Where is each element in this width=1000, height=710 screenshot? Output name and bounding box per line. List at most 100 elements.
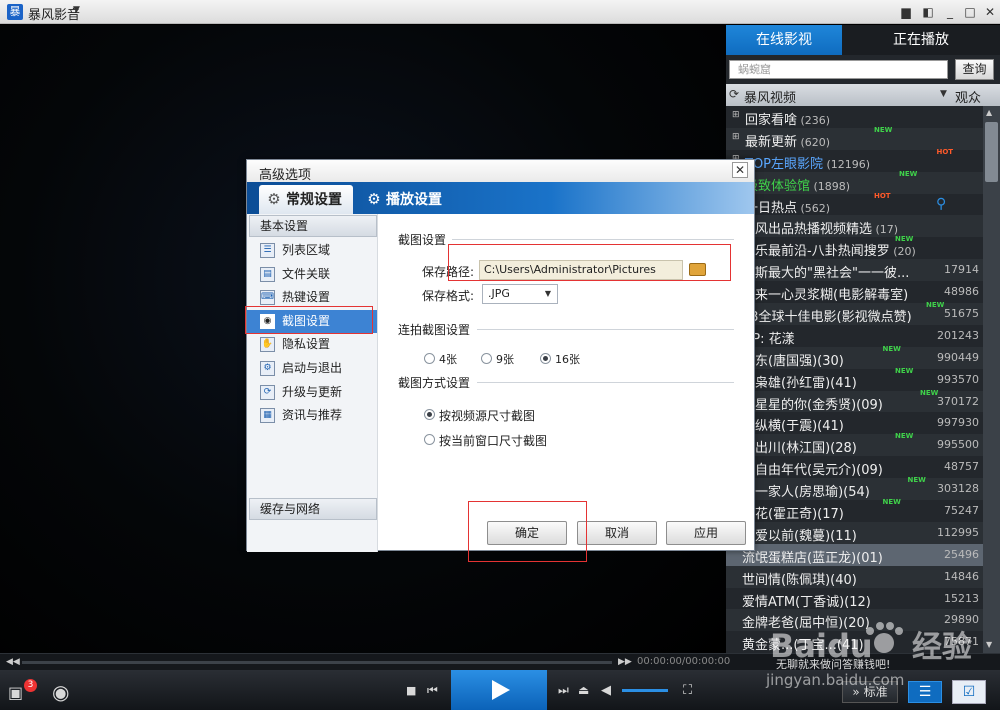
previous-icon[interactable]: ⏮ [427,683,438,698]
search-icon[interactable]: ⚲ [936,196,946,212]
sidebar-item-5[interactable]: ✋ 隐私设置 [247,333,377,356]
minimize-button[interactable]: _ [941,3,959,21]
list-item-count: 14846 [944,569,979,583]
list-item[interactable]: ⊞ 回家看啥 (236) [726,106,983,128]
burst-radio[interactable] [540,353,551,364]
hot-badge: HOT [936,147,954,156]
message-icon[interactable]: ▆ [897,3,915,21]
app-logo-icon[interactable]: 暴 [7,4,23,20]
radio-source-size-label[interactable]: 按视频源尺寸截图 [439,407,535,424]
gear-icon: ⚙ [267,190,281,208]
tab-playback-settings[interactable]: ⚙ 播放设置 [359,185,451,214]
tab-now-playing[interactable]: 正在播放 [842,25,1000,55]
sidebar-item-2[interactable]: ▤ 文件关联 [247,263,377,286]
radio-source-size[interactable] [424,409,435,420]
list-item[interactable]: 娱乐最前沿-八卦热闻搜罗 (20) NEW [726,235,983,259]
eject-icon[interactable]: ⏏ [578,683,589,697]
list-item[interactable]: ⊞ 最新更新 (620) NEW [726,125,983,150]
list-item[interactable]: 112995 到爱以前(魏蔓)(11) [726,521,983,544]
seek-track[interactable] [22,661,612,664]
search-button[interactable]: 查询 [955,59,994,80]
new-badge: NEW [899,169,918,178]
burst-radio-label[interactable]: 4张 [439,351,457,367]
search-input[interactable]: 蜗蜿窟 [729,60,948,79]
stop-icon[interactable]: ■ [406,684,416,697]
radio-window-size[interactable] [424,434,435,445]
list-item[interactable]: 75247 恋花(霍正奇)(17) NEW [726,498,983,522]
burst-radio-label[interactable]: 16张 [555,351,580,367]
list-item-name: 箭纵横(于震)(41) [742,419,844,435]
play-button[interactable] [451,670,547,710]
list-item-label: 最新更新 [745,134,798,150]
source-dropdown-icon[interactable]: ▼ [940,89,947,99]
seek-back-icon[interactable]: ◀◀ [6,657,20,667]
list-item[interactable]: ⊞极致体验馆 (1898)NEW [726,169,983,194]
seek-forward-icon[interactable]: ▶▶ [618,657,632,667]
app-menu-chevron-icon[interactable]: ▼ [73,5,80,15]
list-item[interactable]: 997930 箭纵横(于震)(41) [726,412,983,434]
list-item[interactable]: ⊞TOP左眼影院 (12196)HOT [726,147,983,172]
fullscreen-icon[interactable]: ⛶ [683,683,692,698]
sidebar-item-8[interactable]: ▦ 资讯与推荐 [247,404,377,427]
refresh-icon[interactable]: ⟳ [729,87,739,101]
volume-icon[interactable]: ◀ [601,683,611,698]
list-item-name: TOP左眼影院 (12196) [745,153,870,172]
list-item[interactable]: 51675 13全球十佳电影(影视微点赞) NEW [726,301,983,325]
next-icon[interactable]: ⏭ [558,683,569,698]
sidebar-group-cache-network[interactable]: 缓存与网络 [249,498,377,520]
tab-online-video[interactable]: 在线影视 [726,25,842,55]
advanced-options-dialog: 高级选项 ✕ ⚙ 常规设置 ⚙ 播放设置 基本设置 ☰ 列表区域 ▤ 文件关联 ⌨ 热键设置 ◉… [246,159,755,552]
burst-radio[interactable] [424,353,435,364]
list-item[interactable]: 48986 风来一心灵浆糊(电影解毒室) [726,281,983,303]
scroll-thumb[interactable] [985,122,998,182]
list-item[interactable]: 995500 士出川(林江国)(28) NEW [726,432,983,457]
toolbox-icon[interactable]: ▣ [8,683,23,702]
jingyan-url: jingyan.baidu.com [765,671,904,689]
list-item[interactable]: 993570 代枭雄(孙红雷)(41) NEW [726,367,983,391]
burst-radio[interactable] [481,353,492,364]
dialog-close-button[interactable]: ✕ [732,162,748,178]
list-item[interactable]: 990449 泽东(唐国强)(30) NEW [726,345,983,369]
sidebar-item-label: 升级与更新 [282,384,343,399]
new-badge: NEW [895,235,914,244]
list-item[interactable]: 370172 自星星的你(金秀贤)(09) NEW [726,389,983,413]
volume-slider[interactable] [622,689,668,692]
list-item-count: (1898) [810,179,851,193]
sidebar-item-1[interactable]: ☰ 列表区域 [247,239,377,262]
cancel-button[interactable]: 取消 [577,521,657,545]
list-item-name: 到爱以前(魏蔓)(11) [742,528,857,544]
list-item[interactable]: 17914 罗斯最大的"黑社会"一一彼... [726,259,983,281]
close-button[interactable]: ✕ [981,3,999,21]
expand-icon[interactable]: ⊞ [732,132,740,142]
list-item-name: 士出川(林江国)(28) [742,441,857,457]
list-item[interactable]: 暴风出品热播视频精选 (17) [726,215,983,237]
screenshot-section-title: 截图设置 [398,233,447,247]
view-mode-label[interactable]: 观众 [955,87,981,106]
sidebar-item-6[interactable]: ⚙ 启动与退出 [247,357,377,380]
tab-general-settings[interactable]: ⚙ 常规设置 [259,185,353,214]
list-item-name: 最新更新 (620) [745,131,830,150]
sidebar-item-icon: ▦ [260,408,275,424]
sidebar-group-basic[interactable]: 基本设置 [249,215,377,237]
maximize-button[interactable]: □ [961,3,979,21]
eye-icon[interactable]: ◉ [52,680,69,704]
list-item[interactable]: 25496 流氓蛋糕店(蓝正龙)(01) [726,543,983,566]
radio-window-size-label[interactable]: 按当前窗口尺寸截图 [439,432,547,449]
divider [452,239,734,240]
new-badge: NEW [874,125,893,134]
apply-button[interactable]: 应用 [666,521,746,545]
scroll-up-icon[interactable]: ▲ [986,108,992,117]
list-item[interactable]: 14846 世间情(陈佩琪)(40) [726,565,983,588]
scrollbar[interactable]: ▲ ▼ [983,106,1000,653]
expand-icon[interactable]: ⊞ [732,110,740,120]
play-icon [492,680,510,700]
save-format-select[interactable]: .JPG ▼ [482,284,558,304]
list-item[interactable]: 201243 OP: 花漾 [726,325,983,347]
list-item[interactable]: 303128 爱一家人(房思瑜)(54) NEW [726,476,983,500]
sidebar-item-7[interactable]: ⟳ 升级与更新 [247,381,377,404]
list-item[interactable]: 48757 的自由年代(吴元介)(09) [726,456,983,478]
skin-icon[interactable]: ◧ [919,3,937,21]
burst-radio-label[interactable]: 9张 [496,351,514,367]
sidebar-item-label: 启动与退出 [282,361,343,375]
source-label[interactable]: 暴风视频 [744,87,796,106]
